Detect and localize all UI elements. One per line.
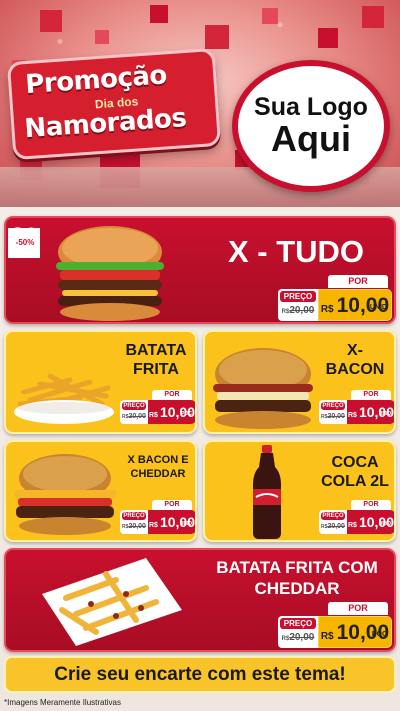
soda-bottle-image <box>253 445 281 539</box>
header-banner: Promoção Dia dos Namorados Sua Logo Aqui <box>0 0 400 207</box>
current-price-box: R$ 10,00 UNID <box>347 400 394 424</box>
currency: R$ <box>149 522 158 529</box>
old-price-box: PREÇO R$20,00 <box>278 616 318 648</box>
price-tag: POR PREÇO R$20,00 R$ 10,00 POÇ <box>278 602 392 648</box>
product-card-batata-cheddar: BATATA FRITA COM CHEDDAR POR PREÇO R$20,… <box>4 548 396 652</box>
currency: R$ <box>320 631 334 642</box>
current-price-box: R$ 10,00 POÇ <box>148 400 195 424</box>
preco-label: PREÇO <box>122 512 146 520</box>
promo-title-line3: Namorados <box>23 103 188 145</box>
product-name-line1: X BACON E <box>127 454 189 466</box>
currency: R$ <box>348 412 357 419</box>
preco-label: PREÇO <box>122 402 146 410</box>
cta-text: Crie seu encarte com este tema! <box>54 663 346 685</box>
product-name: X - TUDO <box>227 234 365 269</box>
preco-label: PREÇO <box>280 291 316 302</box>
por-label: POR <box>351 390 391 400</box>
decor-heart-icon <box>318 28 338 48</box>
old-price-value: 20,00 <box>327 413 345 420</box>
por-label: POR <box>351 500 391 510</box>
current-price-box: R$ 10,00 UNID <box>148 510 195 534</box>
promo-title-line1: Promoção <box>24 60 168 101</box>
decor-heart-icon <box>262 8 278 24</box>
logo-text-line2: Aqui <box>271 118 351 160</box>
unit-label: UNID <box>179 521 192 527</box>
cta-banner: Crie seu encarte com este tema! <box>4 656 396 693</box>
discount-text: -50% <box>15 238 35 247</box>
current-price-box: R$ 10,00 POÇ <box>318 616 392 648</box>
old-price: R$20,00 <box>319 520 347 534</box>
old-price: R$20,00 <box>120 410 148 424</box>
product-card-coca-cola: COCA COLA 2L POR PREÇO R$20,00 R$ 10,00 … <box>203 440 396 542</box>
price-tag: POR PREÇO R$20,00 R$ 10,00 UNID <box>278 275 392 321</box>
preco-label: PREÇO <box>321 512 345 520</box>
product-name-line2: CHEDDAR <box>254 579 340 598</box>
product-name-line1: BATATA <box>125 342 187 359</box>
burger-image <box>56 226 164 321</box>
old-price-box: PREÇO R$20,00 <box>120 400 148 424</box>
old-price-value: 20,00 <box>128 523 146 530</box>
product-name-line2: BACON <box>325 361 385 378</box>
promo-title-badge: Promoção Dia dos Namorados <box>6 47 222 161</box>
por-label: POR <box>328 275 388 288</box>
decor-heart-icon <box>362 6 384 28</box>
burger-image <box>213 348 313 429</box>
product-card-batata-frita: BATATA FRITA POR PREÇO R$20,00 R$ 10,00 … <box>4 330 197 434</box>
burger-image <box>14 454 116 535</box>
fries-cheddar-image <box>42 558 182 646</box>
old-price-box: PREÇO R$20,00 <box>120 510 148 534</box>
price-tag: POR PREÇO R$20,00 R$ 10,00 UNID <box>319 390 394 424</box>
price-tag: POR PREÇO R$20,00 R$ 10,00 POÇ <box>120 390 195 424</box>
old-price-value: 20,00 <box>289 305 315 316</box>
old-price-box: PREÇO R$20,00 <box>278 289 318 321</box>
old-price-box: PREÇO R$20,00 <box>319 400 347 424</box>
unit-label: UNID <box>369 304 387 311</box>
preco-label: PREÇO <box>280 618 316 629</box>
preco-label: PREÇO <box>321 402 345 410</box>
por-label: POR <box>328 602 388 615</box>
old-price: R$20,00 <box>319 410 347 424</box>
current-price-box: R$ 10,00 UNID <box>318 289 392 321</box>
old-price-value: 20,00 <box>128 413 146 420</box>
product-name-line2: COLA 2L <box>321 473 389 490</box>
product-card-x-tudo: X - TUDO POR PREÇO R$20,00 R$ 10,00 UNID <box>4 216 396 324</box>
decor-heart-icon <box>95 30 109 44</box>
unit-label: POÇ <box>181 411 192 417</box>
currency: R$ <box>149 412 158 419</box>
old-price: R$20,00 <box>278 629 318 648</box>
por-label: POR <box>152 500 192 510</box>
disclaimer-text: *Imagens Meramente Ilustrativas <box>4 698 121 707</box>
decor-heart-icon <box>150 5 168 23</box>
old-price-value: 20,00 <box>327 523 345 530</box>
fries-image <box>14 373 114 424</box>
product-card-x-bacon-cheddar: X BACON E CHEDDAR POR PREÇO R$20,00 R$ 1… <box>4 440 197 542</box>
unit-label: UNID <box>378 411 391 417</box>
product-name-line1: BATATA FRITA COM <box>216 558 378 577</box>
old-price-box: PREÇO R$20,00 <box>319 510 347 534</box>
logo-text-line1: Sua Logo <box>254 92 368 121</box>
currency: R$ <box>348 522 357 529</box>
unit-label: UNID <box>378 521 391 527</box>
decor-heart-icon <box>40 10 62 32</box>
decor-heart-icon <box>205 25 229 49</box>
product-name-line1: X- <box>347 342 363 359</box>
price-tag: POR PREÇO R$20,00 R$ 10,00 UNID <box>319 500 394 534</box>
unit-label: POÇ <box>371 631 387 638</box>
old-price-value: 20,00 <box>289 632 315 643</box>
product-card-x-bacon: X- BACON POR PREÇO R$20,00 R$ 10,00 UNID <box>203 330 396 434</box>
old-price: R$20,00 <box>120 520 148 534</box>
old-price: R$20,00 <box>278 302 318 321</box>
logo-placeholder: Sua Logo Aqui <box>232 60 390 192</box>
product-name-line1: COCA <box>331 454 379 471</box>
price-tag: POR PREÇO R$20,00 R$ 10,00 UNID <box>120 500 195 534</box>
product-name-line2: CHEDDAR <box>130 468 186 480</box>
flyer-page: Promoção Dia dos Namorados Sua Logo Aqui… <box>0 0 400 711</box>
discount-badge: -50% <box>8 228 42 258</box>
por-label: POR <box>152 390 192 400</box>
product-name-line2: FRITA <box>133 361 179 378</box>
currency: R$ <box>320 304 334 315</box>
current-price-box: R$ 10,00 UNID <box>347 510 394 534</box>
